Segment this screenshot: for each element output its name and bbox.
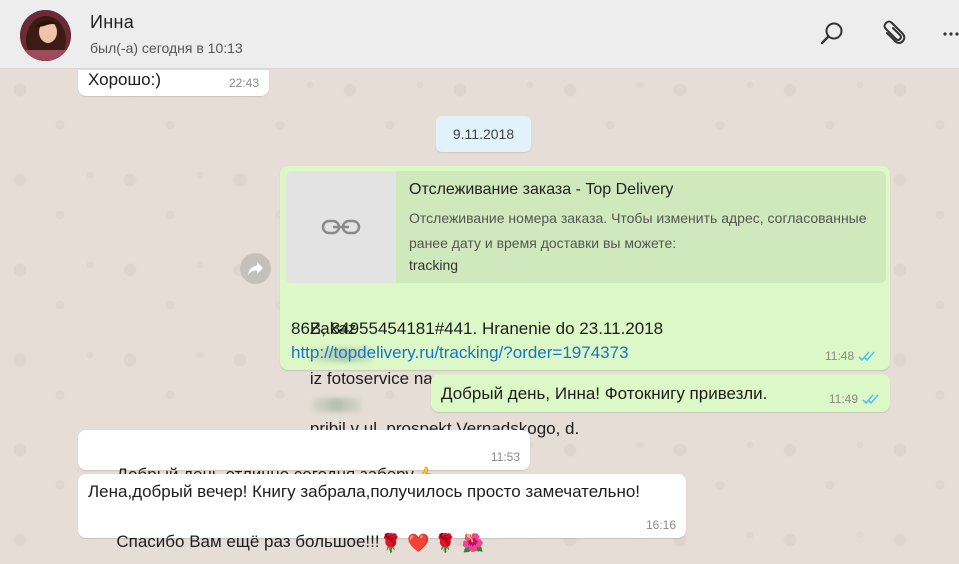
message-outgoing[interactable]: Добрый день, Инна! Фотокнигу привезли. 1…: [431, 374, 890, 412]
message-time: 22:43: [228, 76, 259, 90]
link-preview-card[interactable]: Отслеживание заказа - Top Delivery Отсле…: [286, 171, 886, 283]
forward-icon[interactable]: [240, 253, 271, 284]
chat-messages-area[interactable]: Хорошо:) 22:43 9.11.2018 Отслеживание за…: [0, 70, 959, 564]
message-time: 11:49: [828, 392, 858, 406]
double-check-icon: [858, 350, 875, 361]
message-text-line: Спасибо Вам ещё раз большое!!!: [116, 532, 380, 551]
link-preview-title: Отслеживание заказа - Top Delivery: [409, 181, 674, 198]
message-time: 11:53: [490, 450, 520, 464]
message-text: Хорошо:): [88, 70, 161, 89]
message-incoming[interactable]: Хорошо:) 22:43: [78, 70, 269, 96]
contact-name[interactable]: Инна: [90, 12, 134, 33]
message-text-line: Лена,добрый вечер! Книгу забрала,получил…: [88, 482, 641, 501]
message-time: 11:48: [825, 349, 855, 363]
link-icon: [286, 171, 396, 283]
search-icon[interactable]: [816, 18, 848, 50]
flowers-heart-emoji: 🌹 ❤️ 🌹 🌺: [379, 533, 485, 553]
contact-last-seen: был(-а) сегодня в 10:13: [90, 40, 243, 56]
message-link[interactable]: http://topdelivery.ru/tracking/?order=19…: [291, 340, 629, 365]
message-text-line: 86B, 84955454181#441. Hranenie do 23.11.…: [291, 319, 664, 338]
chat-header: Инна был(-а) сегодня в 10:13: [0, 0, 959, 69]
message-incoming[interactable]: Лена,добрый вечер! Книгу забрала,получил…: [78, 474, 686, 553]
paperclip-icon[interactable]: [877, 18, 909, 50]
message-incoming[interactable]: Добрый день,отлично,сегодня заберу👍 11:5…: [78, 430, 530, 486]
link-preview-domain: tracking: [409, 257, 459, 273]
message-text-part: iz fotoservice na: [309, 369, 433, 388]
double-check-icon: [862, 393, 879, 404]
message-text: Добрый день, Инна! Фотокнигу привезли.: [441, 384, 768, 403]
link-preview-description: Отслеживание номера заказа. Чтобы измени…: [409, 210, 867, 251]
contact-avatar[interactable]: [20, 10, 71, 61]
date-separator: 9.11.2018: [436, 116, 531, 152]
more-vertical-icon[interactable]: [937, 18, 959, 50]
redacted-text: [311, 397, 362, 412]
message-time: 16:16: [645, 518, 676, 532]
